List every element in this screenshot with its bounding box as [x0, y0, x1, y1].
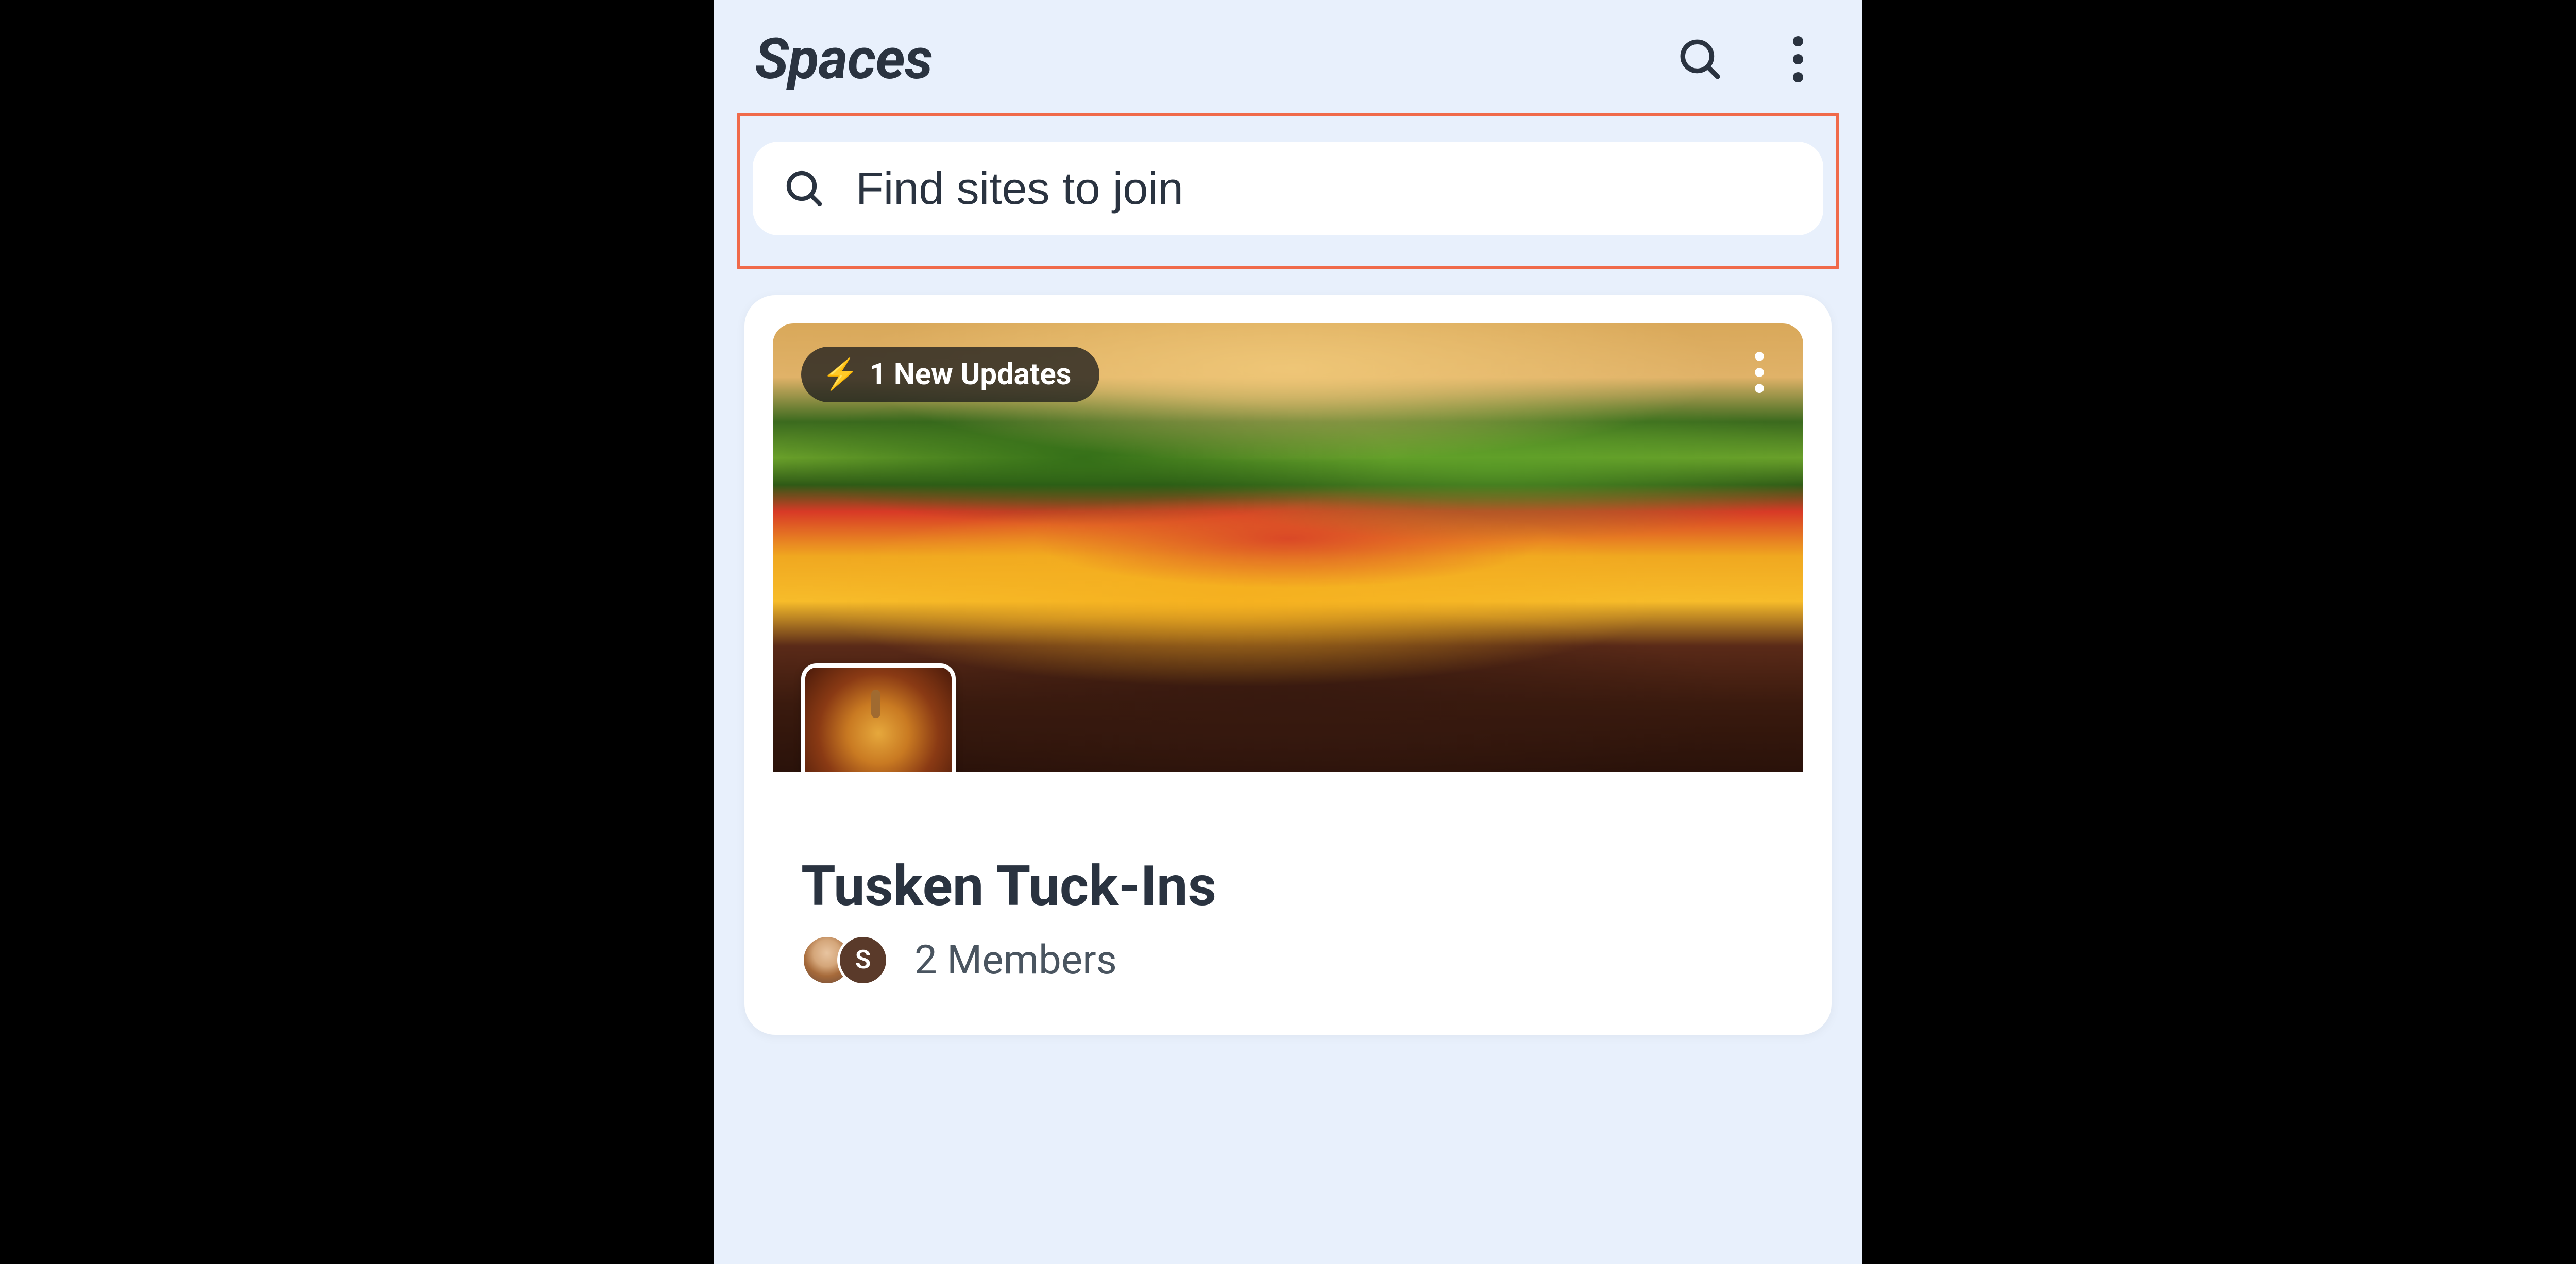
- card-title: Tusken Tuck-Ins: [801, 854, 1775, 919]
- bolt-icon: ⚡: [822, 357, 859, 392]
- updates-label: 1 New Updates: [869, 357, 1071, 392]
- card-body: Tusken Tuck-Ins S 2 Members: [773, 772, 1803, 1006]
- avatar: S: [837, 934, 889, 986]
- search-bar[interactable]: [753, 142, 1823, 235]
- header: Spaces: [714, 0, 1862, 113]
- member-avatars: S: [801, 934, 889, 986]
- search-input[interactable]: [856, 162, 1792, 215]
- card-thumbnail: [801, 663, 956, 772]
- card-more-icon[interactable]: [1747, 352, 1772, 393]
- more-vertical-icon[interactable]: [1775, 36, 1821, 82]
- search-highlight-box: [737, 113, 1839, 269]
- page-title: Spaces: [755, 26, 933, 92]
- space-card[interactable]: ⚡ 1 New Updates Tusken Tuck-Ins: [744, 295, 1832, 1035]
- search-icon[interactable]: [1677, 36, 1723, 82]
- search-icon: [784, 168, 825, 209]
- avatar-initial: S: [855, 945, 871, 975]
- header-actions: [1677, 36, 1821, 82]
- card-hero-image: ⚡ 1 New Updates: [773, 323, 1803, 772]
- updates-badge[interactable]: ⚡ 1 New Updates: [801, 347, 1099, 402]
- members-row: S 2 Members: [801, 934, 1775, 986]
- members-count: 2 Members: [914, 937, 1117, 984]
- app-screen: Spaces: [714, 0, 1862, 1264]
